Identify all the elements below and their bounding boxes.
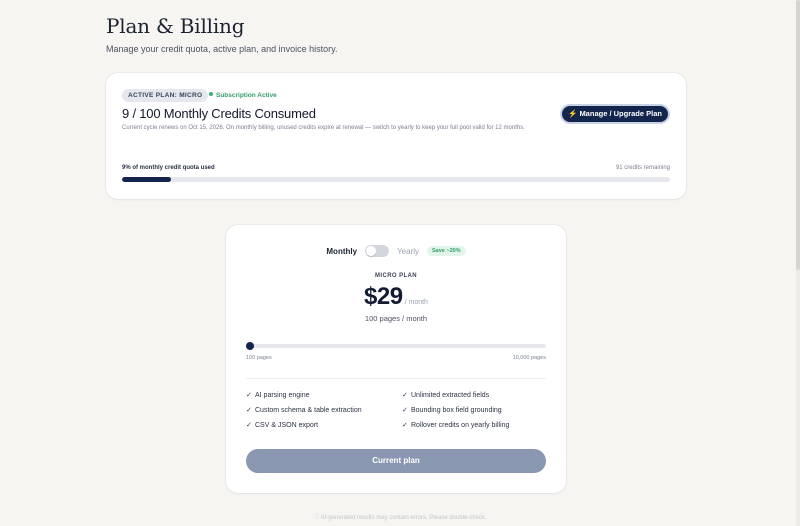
- page-subtitle: Manage your credit quota, active plan, a…: [106, 44, 338, 54]
- feature-item: ✓ Unlimited extracted fields: [402, 392, 556, 400]
- quota-used-label: 9% of monthly credit quota used: [122, 165, 215, 171]
- plan-price: $29: [364, 283, 403, 310]
- subscription-status-label: Subscription Active: [216, 92, 277, 99]
- current-plan-button[interactable]: Current plan: [246, 449, 546, 473]
- page-title: Plan & Billing: [106, 14, 245, 38]
- quota-progress-fill: [122, 177, 172, 182]
- feature-label: Rollover credits on yearly billing: [411, 422, 510, 429]
- feature-item: ✓ CSV & JSON export: [246, 422, 402, 430]
- pricing-card: Monthly Yearly Save ~20% MICRO PLAN $29/…: [226, 225, 566, 493]
- feature-item: ✓ Rollover credits on yearly billing: [402, 422, 556, 430]
- feature-item: ✓ Bounding box field grounding: [402, 407, 556, 415]
- renewal-note: Current cycle renews on Oct 15, 2026. On…: [122, 125, 525, 131]
- feature-label: Bounding box field grounding: [411, 407, 502, 414]
- feature-label: CSV & JSON export: [255, 422, 319, 429]
- check-icon: ✓: [246, 392, 252, 399]
- check-icon: ✓: [402, 422, 408, 429]
- check-icon: ✓: [246, 407, 252, 414]
- check-icon: ✓: [402, 392, 408, 399]
- feature-label: Custom schema & table extraction: [255, 407, 362, 414]
- subscription-status: Subscription Active: [209, 89, 277, 102]
- status-dot-icon: [209, 92, 213, 97]
- manage-upgrade-plan-button[interactable]: ⚡ Manage / Upgrade Plan: [560, 104, 670, 124]
- billing-monthly-label[interactable]: Monthly: [326, 247, 357, 256]
- ai-disclaimer: ⓘ AI-generated results may contain error…: [313, 515, 487, 521]
- credits-consumed-title: 9 / 100 Monthly Credits Consumed: [122, 106, 316, 121]
- slider-max-label: 10,000 pages: [512, 355, 546, 361]
- feature-label: AI parsing engine: [255, 392, 310, 399]
- feature-list: ✓ AI parsing engine ✓ Unlimited extracted …: [246, 392, 556, 430]
- check-icon: ✓: [246, 422, 252, 429]
- toggle-knob: [366, 246, 377, 256]
- slider-min-label: 100 pages: [246, 355, 272, 361]
- feature-item: ✓ AI parsing engine: [246, 392, 402, 400]
- price-row: $29/ month: [226, 283, 566, 311]
- page-volume-slider-track[interactable]: [246, 344, 546, 348]
- credits-remaining: 91 credits remaining: [615, 165, 670, 171]
- feature-label: Unlimited extracted fields: [411, 392, 490, 399]
- divider: [246, 378, 546, 379]
- price-period: / month: [404, 299, 428, 306]
- page-scrollbar-thumb[interactable]: [796, 0, 800, 270]
- check-icon: ✓: [402, 407, 408, 414]
- save-badge: Save ~20%: [427, 246, 466, 256]
- plan-status-card: ACTIVE PLAN: MICRO Subscription Active 9…: [106, 73, 686, 199]
- page-volume-slider-handle[interactable]: [246, 342, 254, 350]
- billing-yearly-label[interactable]: Yearly: [397, 247, 419, 256]
- page-scrollbar[interactable]: [796, 0, 800, 526]
- feature-item: ✓ Custom schema & table extraction: [246, 407, 402, 415]
- active-plan-badge: ACTIVE PLAN: MICRO: [122, 89, 209, 102]
- quota-progress-bar: [122, 177, 670, 182]
- billing-toggle-row: Monthly Yearly Save ~20%: [226, 244, 566, 258]
- plan-name: MICRO PLAN: [375, 273, 417, 279]
- pages-per-month: 100 pages / month: [364, 314, 428, 323]
- billing-period-toggle[interactable]: [365, 245, 390, 257]
